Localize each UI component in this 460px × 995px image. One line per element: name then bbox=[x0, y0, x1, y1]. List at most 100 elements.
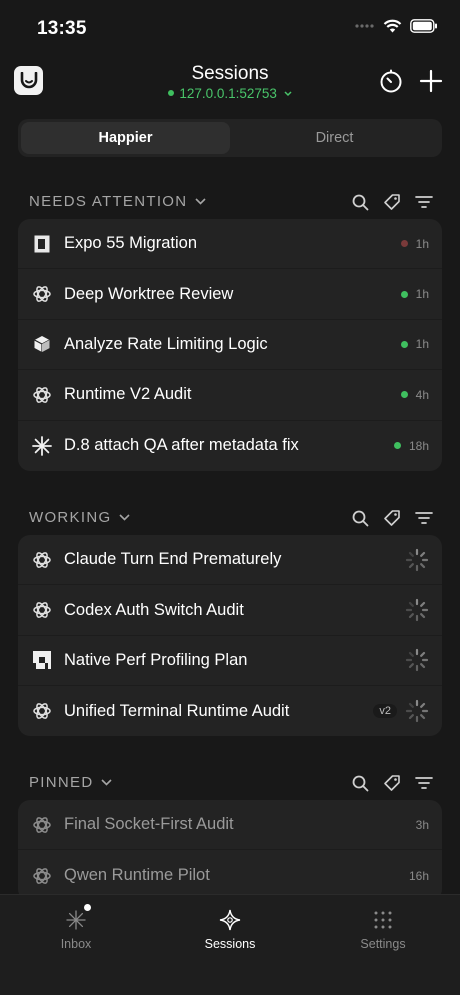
list-item[interactable]: Codex Auth Switch Audit bbox=[18, 585, 442, 636]
status-bar: 13:35 bbox=[0, 0, 460, 58]
chevron-down-icon bbox=[101, 779, 113, 786]
section-actions bbox=[351, 509, 433, 527]
session-title: Deep Worktree Review bbox=[64, 284, 234, 303]
session-time: 4h bbox=[415, 387, 429, 402]
status-dot bbox=[400, 290, 408, 298]
spinner-icon bbox=[405, 598, 429, 622]
spinner-icon bbox=[405, 700, 429, 723]
search-button[interactable] bbox=[351, 774, 369, 792]
filter-icon bbox=[415, 777, 433, 789]
status-dot bbox=[393, 442, 401, 450]
session-time: 1h bbox=[415, 236, 429, 251]
search-button[interactable] bbox=[351, 509, 369, 527]
status-icons bbox=[355, 19, 438, 33]
segment-happier[interactable]: Happier bbox=[21, 122, 230, 154]
chevron-down-icon bbox=[284, 91, 292, 97]
chevron-down-icon bbox=[195, 198, 206, 205]
sparkle-icon bbox=[32, 435, 52, 456]
status-dot bbox=[400, 240, 408, 248]
openai-icon bbox=[32, 866, 52, 886]
session-time: 1h bbox=[415, 337, 429, 352]
battery-icon bbox=[410, 19, 437, 33]
list-item[interactable]: Native Perf Profiling Plan bbox=[18, 636, 442, 687]
tab-label: Sessions bbox=[204, 937, 256, 951]
openai-icon bbox=[32, 550, 52, 570]
section-actions bbox=[351, 774, 433, 792]
status-dot bbox=[400, 391, 408, 399]
tag-icon bbox=[384, 194, 400, 210]
list-item[interactable]: D.8 attach QA after metadata fix 18h bbox=[18, 421, 442, 471]
tab-label: Inbox bbox=[60, 937, 92, 951]
tag-button[interactable] bbox=[383, 509, 401, 527]
section-toggle-pinned[interactable]: PINNED bbox=[29, 774, 113, 791]
search-icon bbox=[352, 510, 368, 526]
mode-segmented-control: Happier Direct bbox=[18, 119, 442, 157]
working-list: Claude Turn End Prematurely Codex Auth S… bbox=[18, 535, 442, 736]
session-title: Expo 55 Migration bbox=[64, 234, 197, 253]
filter-button[interactable] bbox=[415, 509, 433, 527]
sessions-icon bbox=[219, 909, 241, 931]
session-title: Analyze Rate Limiting Logic bbox=[64, 334, 268, 353]
filter-icon bbox=[415, 512, 433, 524]
openai-icon bbox=[32, 284, 52, 304]
section-header-pinned: PINNED bbox=[0, 768, 460, 798]
list-item[interactable]: Analyze Rate Limiting Logic 1h bbox=[18, 320, 442, 371]
session-title: Native Perf Profiling Plan bbox=[64, 650, 248, 669]
grid-dots-icon bbox=[374, 911, 392, 929]
session-title: Unified Terminal Runtime Audit bbox=[64, 701, 290, 720]
openai-icon bbox=[32, 600, 52, 620]
notification-dot bbox=[84, 904, 91, 911]
pinned-list: Final Socket-First Audit 3h Qwen Runtime… bbox=[18, 800, 442, 901]
status-time: 13:35 bbox=[37, 18, 87, 39]
filter-button[interactable] bbox=[415, 774, 433, 792]
openai-icon bbox=[32, 701, 52, 721]
search-button[interactable] bbox=[351, 193, 369, 211]
version-badge: v2 bbox=[373, 704, 397, 719]
section-title: WORKING bbox=[29, 509, 112, 526]
tab-label: Settings bbox=[360, 937, 406, 951]
list-item[interactable]: Deep Worktree Review 1h bbox=[18, 269, 442, 320]
wifi-icon bbox=[383, 19, 402, 33]
history-button[interactable] bbox=[378, 68, 404, 94]
cube-icon bbox=[32, 334, 52, 354]
status-dot bbox=[400, 340, 408, 348]
server-status-dot bbox=[168, 90, 175, 96]
spinner-icon bbox=[405, 649, 429, 672]
plus-icon bbox=[419, 69, 443, 93]
tag-button[interactable] bbox=[383, 193, 401, 211]
session-time: 1h bbox=[415, 287, 429, 302]
section-title: NEEDS ATTENTION bbox=[29, 193, 188, 210]
list-item[interactable]: Final Socket-First Audit 3h bbox=[18, 800, 442, 851]
tab-settings[interactable]: Settings bbox=[323, 907, 443, 951]
segment-direct[interactable]: Direct bbox=[230, 122, 439, 154]
session-time: 3h bbox=[415, 817, 429, 832]
section-toggle-needs-attention[interactable]: NEEDS ATTENTION bbox=[29, 193, 206, 210]
list-item[interactable]: Unified Terminal Runtime Audit v2 bbox=[18, 686, 442, 736]
list-item[interactable]: Claude Turn End Prematurely bbox=[18, 535, 442, 586]
chevron-down-icon bbox=[119, 514, 131, 521]
session-title: Final Socket-First Audit bbox=[64, 815, 234, 834]
section-toggle-working[interactable]: WORKING bbox=[29, 509, 131, 526]
list-item[interactable]: Runtime V2 Audit 4h bbox=[18, 370, 442, 421]
tab-sessions[interactable]: Sessions bbox=[170, 907, 290, 951]
spinner-icon bbox=[405, 548, 429, 571]
openai-icon bbox=[32, 385, 52, 405]
header: Sessions 127.0.0.1:52753 bbox=[0, 58, 460, 114]
cellular-signal-icon bbox=[355, 24, 374, 28]
tag-button[interactable] bbox=[383, 774, 401, 792]
section-actions bbox=[351, 193, 433, 211]
tab-inbox[interactable]: Inbox bbox=[16, 904, 136, 951]
openai-icon bbox=[32, 815, 52, 835]
section-header-needs-attention: NEEDS ATTENTION bbox=[0, 187, 460, 217]
list-item[interactable]: Expo 55 Migration 1h bbox=[18, 219, 442, 270]
session-title: D.8 attach QA after metadata fix bbox=[64, 436, 299, 455]
timer-icon bbox=[380, 69, 402, 93]
document-icon bbox=[32, 234, 52, 254]
server-address: 127.0.0.1:52753 bbox=[179, 86, 277, 101]
session-title: Codex Auth Switch Audit bbox=[64, 600, 244, 619]
filter-button[interactable] bbox=[415, 193, 433, 211]
inbox-sparkle-icon bbox=[66, 910, 86, 930]
new-session-button[interactable] bbox=[418, 68, 444, 94]
tag-icon bbox=[384, 775, 400, 791]
filter-icon bbox=[415, 196, 433, 208]
